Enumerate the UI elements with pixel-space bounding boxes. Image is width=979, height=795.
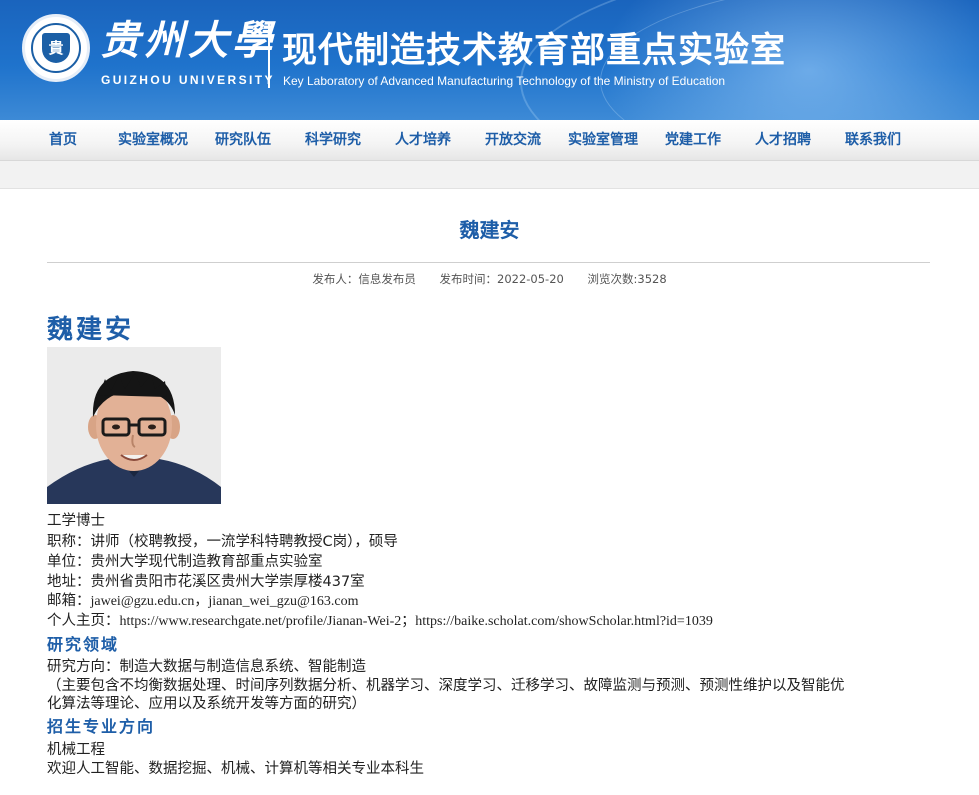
article-meta: 发布人：信息发布员 发布时间：2022-05-20 浏览次数:3528 xyxy=(0,271,979,287)
nav-item-lab-overview[interactable]: 实验室概况 xyxy=(118,120,188,160)
job-title-line: 职称：讲师（校聘教授，一流学科特聘教授C岗），硕导 xyxy=(47,534,398,550)
unit-line: 单位：贵州大学现代制造教育部重点实验室 xyxy=(47,554,323,570)
main-nav: 首页 实验室概况 研究队伍 科学研究 人才培养 开放交流 实验室管理 党建工作 … xyxy=(0,120,979,161)
degree-line: 工学博士 xyxy=(47,513,105,529)
research-detail-line-2: 化算法等理论、应用以及系统开发等方面的研究） xyxy=(47,696,366,712)
nav-item-recruitment[interactable]: 人才招聘 xyxy=(755,120,811,160)
university-emblem-icon[interactable]: 貴 xyxy=(22,14,90,82)
site-banner: 貴 贵州大學 GUIZHOU UNIVERSITY 现代制造技术教育部重点实验室… xyxy=(0,0,979,120)
homepage-label: 个人主页： xyxy=(47,613,120,629)
homepage-line: 个人主页：https://www.researchgate.net/profil… xyxy=(47,609,713,630)
sub-nav-bar xyxy=(0,161,979,189)
nav-item-research[interactable]: 科学研究 xyxy=(305,120,361,160)
university-name-cn[interactable]: 贵州大學 xyxy=(100,8,276,66)
nav-item-open-exchange[interactable]: 开放交流 xyxy=(485,120,541,160)
nav-item-research-team[interactable]: 研究队伍 xyxy=(215,120,271,160)
address-line: 地址：贵州省贵阳市花溪区贵州大学崇厚楼437室 xyxy=(47,574,365,590)
recruit-major-line: 机械工程 xyxy=(47,742,105,758)
nav-item-party-work[interactable]: 党建工作 xyxy=(665,120,721,160)
lab-name-cn: 现代制造技术教育部重点实验室 xyxy=(282,31,787,71)
university-name-en: GUIZHOU UNIVERSITY xyxy=(101,73,275,87)
nav-item-lab-management[interactable]: 实验室管理 xyxy=(568,120,638,160)
research-direction-line: 研究方向：制造大数据与制造信息系统、智能制造 xyxy=(47,659,366,675)
emblem-core: 貴 xyxy=(42,33,70,63)
banner-divider xyxy=(268,24,270,88)
recruit-note-line: 欢迎人工智能、数据挖掘、机械、计算机等相关专业本科生 xyxy=(47,761,424,777)
research-heading: 研究领域 xyxy=(47,635,120,654)
profile-name-heading: 魏建安 xyxy=(47,315,135,345)
portrait-image xyxy=(47,347,221,504)
nav-item-talent-training[interactable]: 人才培养 xyxy=(395,120,451,160)
profile-photo xyxy=(47,347,221,504)
nav-item-contact[interactable]: 联系我们 xyxy=(845,120,901,160)
homepage-links[interactable]: https://www.researchgate.net/profile/Jia… xyxy=(120,614,713,629)
email-value[interactable]: jawei@gzu.edu.cn，jianan_wei_gzu@163.com xyxy=(91,594,359,609)
email-line: 邮箱：jawei@gzu.edu.cn，jianan_wei_gzu@163.c… xyxy=(47,589,358,610)
lab-name-en: Key Laboratory of Advanced Manufacturing… xyxy=(283,74,726,88)
title-divider xyxy=(47,262,930,263)
meta-views: 浏览次数:3528 xyxy=(587,272,667,286)
meta-publisher: 发布人：信息发布员 xyxy=(312,272,416,286)
article-title: 魏建安 xyxy=(459,218,520,242)
recruit-heading: 招生专业方向 xyxy=(47,717,156,736)
meta-date: 发布时间：2022-05-20 xyxy=(439,272,564,286)
email-label: 邮箱： xyxy=(47,593,91,609)
nav-item-home[interactable]: 首页 xyxy=(49,120,77,160)
